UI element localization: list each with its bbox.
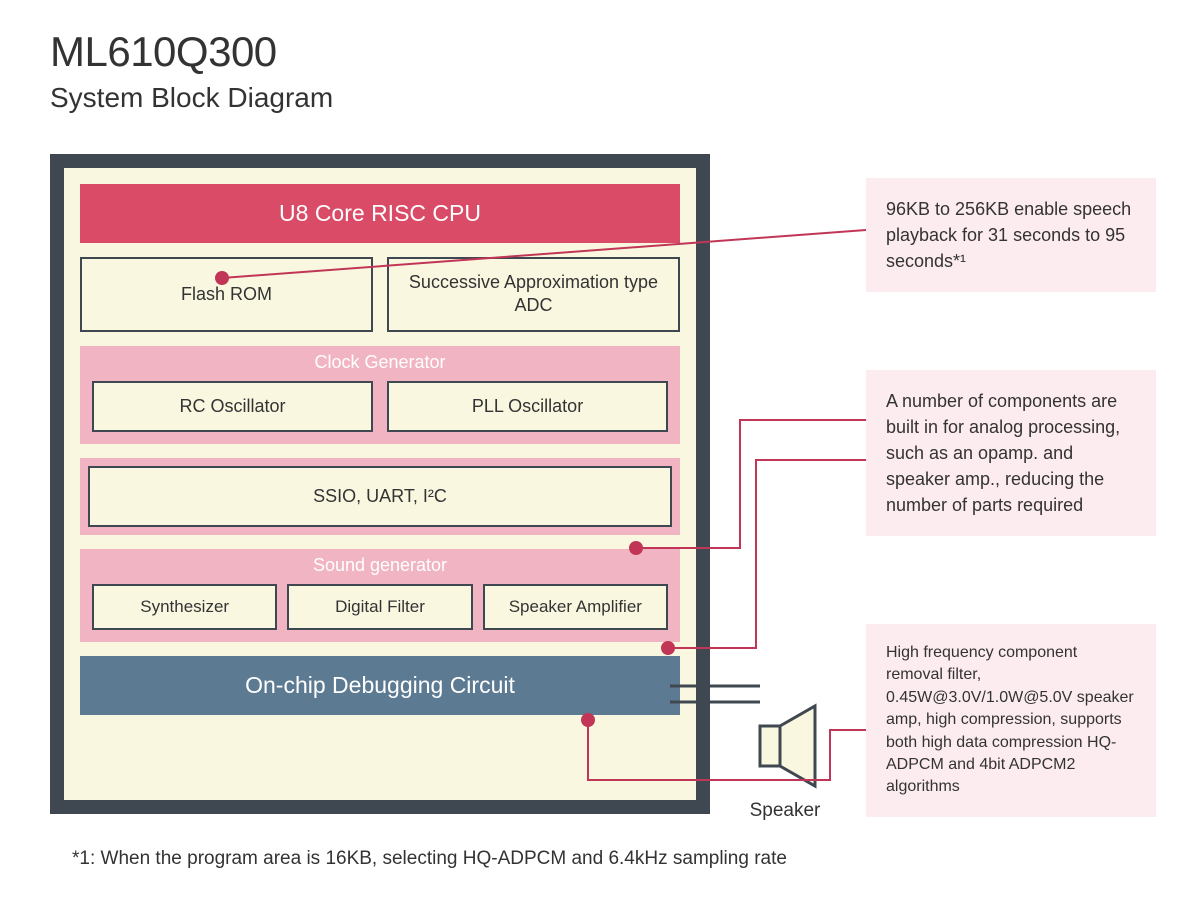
synthesizer-block: Synthesizer	[92, 584, 277, 630]
page-subtitle: System Block Diagram	[50, 82, 333, 114]
rc-oscillator-block: RC Oscillator	[92, 381, 373, 432]
page-title: ML610Q300	[50, 28, 333, 76]
footnote: *1: When the program area is 16KB, selec…	[72, 848, 787, 870]
chip-frame: U8 Core RISC CPU Flash ROM Successive Ap…	[50, 154, 710, 814]
callout-sound: High frequency component removal filter,…	[866, 624, 1156, 817]
chip-inner: U8 Core RISC CPU Flash ROM Successive Ap…	[64, 168, 696, 800]
digital-filter-block: Digital Filter	[287, 584, 472, 630]
sound-generator-title: Sound generator	[92, 549, 668, 584]
comm-block: SSIO, UART, I²C	[88, 466, 672, 527]
cpu-block: U8 Core RISC CPU	[80, 184, 680, 243]
comm-wrapper: SSIO, UART, I²C	[80, 458, 680, 535]
header: ML610Q300 System Block Diagram	[50, 28, 333, 114]
clock-generator-block: Clock Generator RC Oscillator PLL Oscill…	[80, 346, 680, 444]
memory-adc-row: Flash ROM Successive Approximation type …	[80, 257, 680, 332]
clock-generator-title: Clock Generator	[92, 346, 668, 381]
speaker-amplifier-block: Speaker Amplifier	[483, 584, 668, 630]
speaker-label: Speaker	[735, 800, 835, 822]
callout-analog: A number of components are built in for …	[866, 370, 1156, 536]
pll-oscillator-block: PLL Oscillator	[387, 381, 668, 432]
flash-rom-block: Flash ROM	[80, 257, 373, 332]
sound-generator-block: Sound generator Synthesizer Digital Filt…	[80, 549, 680, 642]
adc-block: Successive Approximation type ADC	[387, 257, 680, 332]
debug-block: On-chip Debugging Circuit	[80, 656, 680, 715]
speaker-icon	[735, 696, 835, 796]
callout-rom: 96KB to 256KB enable speech playback for…	[866, 178, 1156, 292]
